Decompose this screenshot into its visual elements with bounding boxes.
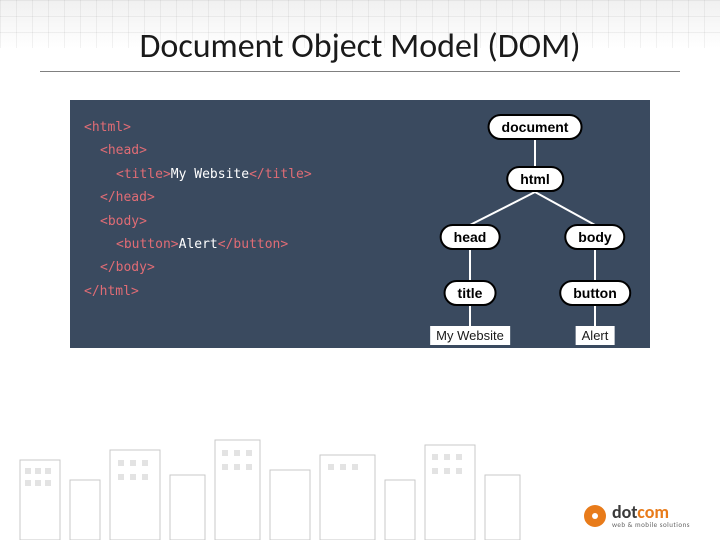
code-line: </html> — [84, 280, 346, 303]
code-text: My Website — [171, 167, 249, 182]
tree-node-title: title — [444, 280, 497, 306]
tree-node-document: document — [488, 114, 583, 140]
code-tag: <button> — [116, 237, 179, 252]
code-line: </body> — [100, 256, 346, 279]
tree-node-html: html — [506, 166, 564, 192]
logo-dot-icon — [584, 505, 606, 527]
code-tag: <body> — [100, 214, 147, 229]
dotcom-logo: dotcom web & mobile solutions — [584, 503, 690, 528]
code-line: <button>Alert</button> — [116, 233, 346, 256]
tree-node-button: button — [559, 280, 631, 306]
dom-figure: <html> <head> <title>My Website</title> … — [70, 100, 650, 348]
tree-pane: document html head body title button My … — [360, 100, 650, 348]
tree-leaf-title-text: My Website — [430, 326, 510, 345]
code-tag: </html> — [84, 284, 139, 299]
code-text: Alert — [179, 237, 218, 252]
logo-tagline: web & mobile solutions — [612, 521, 690, 528]
code-line: <head> — [100, 139, 346, 162]
code-tag: <html> — [84, 120, 131, 135]
code-pane: <html> <head> <title>My Website</title> … — [70, 100, 360, 348]
code-tag: </title> — [249, 167, 312, 182]
logo-text: dotcom web & mobile solutions — [612, 503, 690, 528]
tree-node-body: body — [564, 224, 625, 250]
code-tag: </head> — [100, 190, 155, 205]
slide-title: Document Object Model (DOM) — [40, 26, 680, 72]
code-tag: </button> — [218, 237, 288, 252]
code-line: </head> — [100, 186, 346, 209]
logo-wordmark: dotcom — [612, 503, 690, 521]
code-line: <body> — [100, 210, 346, 233]
code-line: <html> — [84, 116, 346, 139]
code-line: <title>My Website</title> — [116, 163, 346, 186]
code-tag: <title> — [116, 167, 171, 182]
code-tag: <head> — [100, 143, 147, 158]
tree-leaf-button-text: Alert — [576, 326, 615, 345]
code-tag: </body> — [100, 260, 155, 275]
tree-node-head: head — [440, 224, 501, 250]
